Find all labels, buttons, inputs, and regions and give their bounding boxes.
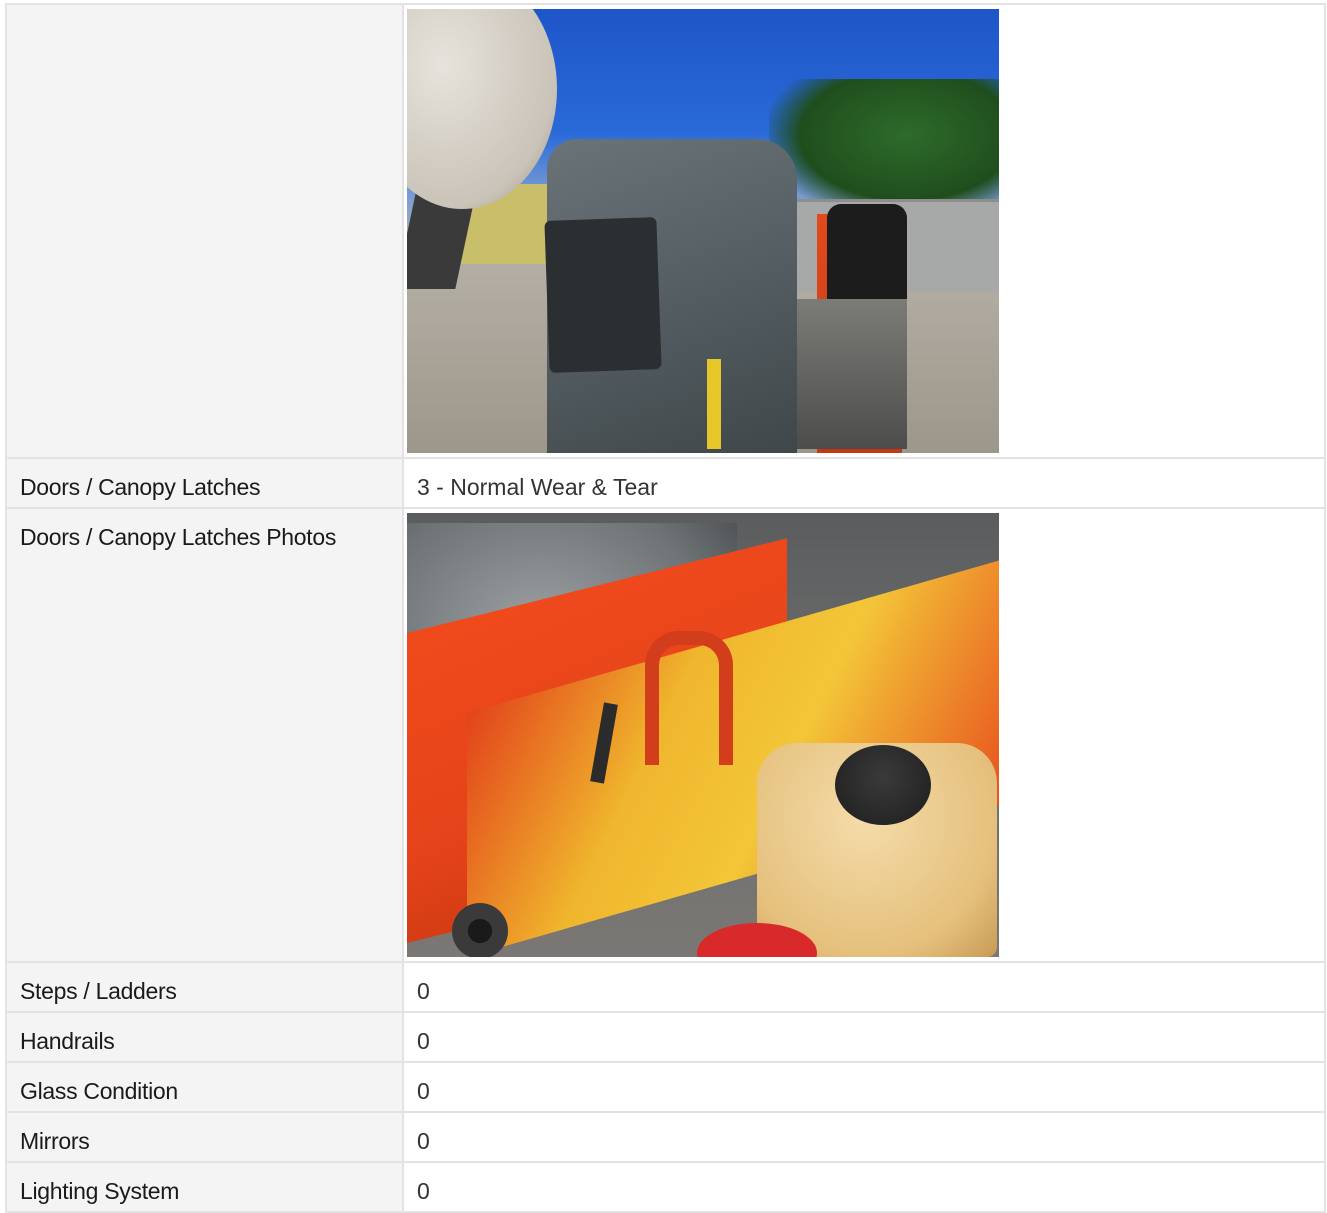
table-row: Handrails 0: [5, 1011, 1326, 1063]
row-label: Mirrors: [20, 1128, 90, 1154]
canopy-photo[interactable]: [407, 9, 999, 453]
row-label: Glass Condition: [20, 1078, 178, 1104]
row-value-cell: 3 - Normal Wear & Tear: [402, 457, 1326, 509]
row-value: 0: [417, 1078, 430, 1104]
table-row: Lighting System 0: [5, 1161, 1326, 1213]
row-label-cell: Doors / Canopy Latches Photos: [5, 507, 404, 963]
row-value-cell: [402, 507, 1326, 963]
row-label: Doors / Canopy Latches Photos: [20, 524, 337, 550]
table-row: [5, 3, 1326, 459]
row-value: 0: [417, 978, 430, 1004]
row-value-cell: 0: [402, 1011, 1326, 1063]
row-label-cell: Steps / Ladders: [5, 961, 404, 1013]
inspection-table: Doors / Canopy Latches 3 - Normal Wear &…: [5, 3, 1326, 1213]
table-row: Glass Condition 0: [5, 1061, 1326, 1113]
row-value: 3 - Normal Wear & Tear: [417, 474, 658, 500]
row-label: Steps / Ladders: [20, 978, 177, 1004]
row-value-cell: 0: [402, 1111, 1326, 1163]
row-value-cell: 0: [402, 1161, 1326, 1213]
row-label-cell: Mirrors: [5, 1111, 404, 1163]
row-label: Lighting System: [20, 1178, 180, 1204]
row-value: 0: [417, 1028, 430, 1054]
row-value-cell: [402, 3, 1326, 459]
row-value: 0: [417, 1178, 430, 1204]
row-value-cell: 0: [402, 961, 1326, 1013]
table-row: Steps / Ladders 0: [5, 961, 1326, 1013]
row-label: Doors / Canopy Latches: [20, 474, 261, 500]
row-label: Handrails: [20, 1028, 115, 1054]
row-value-cell: 0: [402, 1061, 1326, 1113]
row-label-cell: Handrails: [5, 1011, 404, 1063]
row-label-cell: Doors / Canopy Latches: [5, 457, 404, 509]
row-label: [7, 5, 402, 19]
row-value: 0: [417, 1128, 430, 1154]
row-label-cell: [5, 3, 404, 459]
table-row: Mirrors 0: [5, 1111, 1326, 1163]
table-row: Doors / Canopy Latches Photos: [5, 507, 1326, 963]
row-label-cell: Lighting System: [5, 1161, 404, 1213]
row-label-cell: Glass Condition: [5, 1061, 404, 1113]
engine-bay-photo[interactable]: [407, 513, 999, 957]
table-row: Doors / Canopy Latches 3 - Normal Wear &…: [5, 457, 1326, 509]
